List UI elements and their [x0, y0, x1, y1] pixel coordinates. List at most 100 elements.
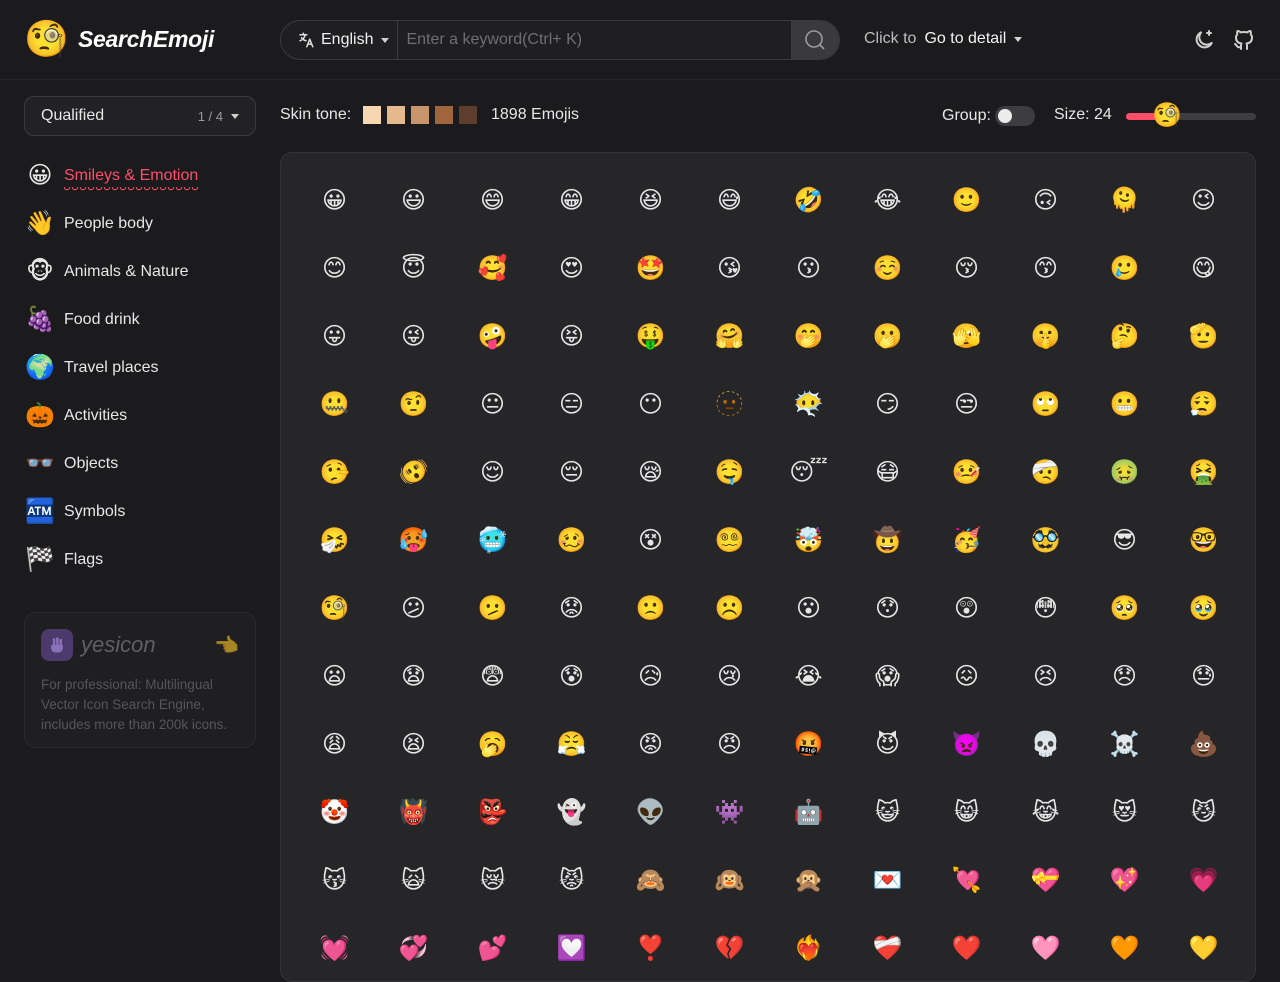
emoji-cell[interactable]: 💞 — [374, 915, 453, 981]
emoji-cell[interactable]: 😧 — [374, 643, 453, 711]
emoji-cell[interactable]: 😪 — [611, 439, 690, 507]
sidebar-item-symbols[interactable]: 🏧 Symbols — [24, 488, 256, 536]
emoji-cell[interactable]: 🫠 — [1085, 167, 1164, 235]
emoji-cell[interactable]: 💓 — [295, 915, 374, 981]
emoji-cell[interactable]: 💩 — [1164, 711, 1243, 779]
emoji-cell[interactable]: 🥳 — [927, 507, 1006, 575]
emoji-cell[interactable]: 😐 — [453, 371, 532, 439]
emoji-cell[interactable]: 🤩 — [611, 235, 690, 303]
emoji-cell[interactable]: 😆 — [611, 167, 690, 235]
emoji-cell[interactable]: 🙈 — [611, 847, 690, 915]
emoji-cell[interactable]: 😹 — [1006, 779, 1085, 847]
emoji-cell[interactable]: 😮 — [769, 575, 848, 643]
emoji-cell[interactable]: 🤕 — [1006, 439, 1085, 507]
emoji-cell[interactable]: 😂 — [848, 167, 927, 235]
emoji-cell[interactable]: 😋 — [1164, 235, 1243, 303]
emoji-cell[interactable]: 😊 — [295, 235, 374, 303]
emoji-cell[interactable]: 🥴 — [532, 507, 611, 575]
emoji-cell[interactable]: 😛 — [295, 303, 374, 371]
emoji-cell[interactable]: 😶‍🌫️ — [769, 371, 848, 439]
emoji-cell[interactable]: 🥵 — [374, 507, 453, 575]
emoji-cell[interactable]: 😌 — [453, 439, 532, 507]
emoji-cell[interactable]: 😔 — [532, 439, 611, 507]
emoji-cell[interactable]: 😨 — [453, 643, 532, 711]
emoji-cell[interactable]: 🤗 — [690, 303, 769, 371]
emoji-cell[interactable]: 😒 — [927, 371, 1006, 439]
sidebar-item-people-body[interactable]: 👋 People body — [24, 200, 256, 248]
emoji-cell[interactable]: 🤖 — [769, 779, 848, 847]
emoji-cell[interactable]: 🥱 — [453, 711, 532, 779]
emoji-cell[interactable]: 😝 — [532, 303, 611, 371]
emoji-cell[interactable]: 🧐 — [295, 575, 374, 643]
sidebar-item-flags[interactable]: 🏁 Flags — [24, 536, 256, 584]
emoji-cell[interactable]: 🤐 — [295, 371, 374, 439]
skin-tone-swatch[interactable] — [387, 106, 406, 124]
emoji-cell[interactable]: ❤️‍🔥 — [769, 915, 848, 981]
size-slider[interactable]: 🧐 — [1126, 102, 1256, 129]
emoji-cell[interactable]: 👿 — [927, 711, 1006, 779]
emoji-cell[interactable]: 😣 — [1006, 643, 1085, 711]
github-icon[interactable] — [1232, 28, 1256, 52]
emoji-cell[interactable]: 💕 — [453, 915, 532, 981]
slider-thumb[interactable]: 🧐 — [1152, 102, 1182, 130]
sidebar-item-animals-nature[interactable]: 🐵 Animals & Nature — [24, 248, 256, 296]
yesicon-promo-card[interactable]: yesicon 👈 For professional: Multilingual… — [24, 612, 256, 748]
sidebar-item-smileys-emotion[interactable]: 😀 Smileys & Emotion — [24, 152, 256, 200]
emoji-cell[interactable]: 🫥 — [690, 371, 769, 439]
emoji-cell[interactable]: 😷 — [848, 439, 927, 507]
emoji-cell[interactable]: 😱 — [848, 643, 927, 711]
emoji-cell[interactable]: 😿 — [453, 847, 532, 915]
emoji-cell[interactable]: 😫 — [374, 711, 453, 779]
emoji-cell[interactable]: ❤️‍🩹 — [848, 915, 927, 981]
emoji-cell[interactable]: 🤡 — [295, 779, 374, 847]
language-select[interactable]: English — [281, 21, 399, 59]
search-input[interactable] — [398, 21, 791, 59]
emoji-cell[interactable]: 🙉 — [690, 847, 769, 915]
emoji-cell[interactable]: 👾 — [690, 779, 769, 847]
logo[interactable]: 🧐 SearchEmoji — [24, 18, 214, 60]
emoji-cell[interactable]: 😰 — [532, 643, 611, 711]
emoji-cell[interactable]: 😘 — [690, 235, 769, 303]
emoji-cell[interactable]: 🙄 — [1006, 371, 1085, 439]
emoji-cell[interactable]: 💗 — [1164, 847, 1243, 915]
emoji-cell[interactable]: 💟 — [532, 915, 611, 981]
emoji-cell[interactable]: 🥰 — [453, 235, 532, 303]
emoji-cell[interactable]: 🥲 — [1085, 235, 1164, 303]
emoji-cell[interactable]: 🫢 — [848, 303, 927, 371]
emoji-cell[interactable]: 🫤 — [453, 575, 532, 643]
emoji-cell[interactable]: 🫨 — [374, 439, 453, 507]
emoji-cell[interactable]: 😸 — [927, 779, 1006, 847]
emoji-cell[interactable]: 😍 — [532, 235, 611, 303]
emoji-cell[interactable]: 😴 — [769, 439, 848, 507]
emoji-cell[interactable]: 😎 — [1085, 507, 1164, 575]
emoji-cell[interactable]: 😯 — [848, 575, 927, 643]
emoji-cell[interactable]: 🤢 — [1085, 439, 1164, 507]
emoji-cell[interactable]: 😥 — [611, 643, 690, 711]
emoji-cell[interactable]: 🥺 — [1085, 575, 1164, 643]
emoji-cell[interactable]: 😭 — [769, 643, 848, 711]
emoji-cell[interactable]: 😕 — [374, 575, 453, 643]
emoji-cell[interactable]: 🤮 — [1164, 439, 1243, 507]
search-button[interactable] — [791, 21, 839, 59]
emoji-cell[interactable]: 😏 — [848, 371, 927, 439]
emoji-cell[interactable]: 🥸 — [1006, 507, 1085, 575]
emoji-cell[interactable]: 😑 — [532, 371, 611, 439]
qualified-select[interactable]: Qualified 1 / 4 — [24, 96, 256, 136]
emoji-cell[interactable]: 🤨 — [374, 371, 453, 439]
emoji-cell[interactable]: 😼 — [1164, 779, 1243, 847]
sidebar-item-food-drink[interactable]: 🍇 Food drink — [24, 296, 256, 344]
sidebar-item-travel-places[interactable]: 🌍 Travel places — [24, 344, 256, 392]
emoji-cell[interactable]: 🥶 — [453, 507, 532, 575]
emoji-cell[interactable]: 😲 — [927, 575, 1006, 643]
emoji-cell[interactable]: 🙃 — [1006, 167, 1085, 235]
emoji-cell[interactable]: 😠 — [690, 711, 769, 779]
emoji-cell[interactable]: 🫣 — [927, 303, 1006, 371]
skin-tone-swatch[interactable] — [411, 106, 430, 124]
emoji-cell[interactable]: 🙀 — [374, 847, 453, 915]
emoji-cell[interactable]: 🙊 — [769, 847, 848, 915]
emoji-cell[interactable]: 👹 — [374, 779, 453, 847]
emoji-cell[interactable]: 😦 — [295, 643, 374, 711]
emoji-cell[interactable]: 🤭 — [769, 303, 848, 371]
emoji-cell[interactable]: 🤯 — [769, 507, 848, 575]
emoji-cell[interactable]: 😖 — [927, 643, 1006, 711]
